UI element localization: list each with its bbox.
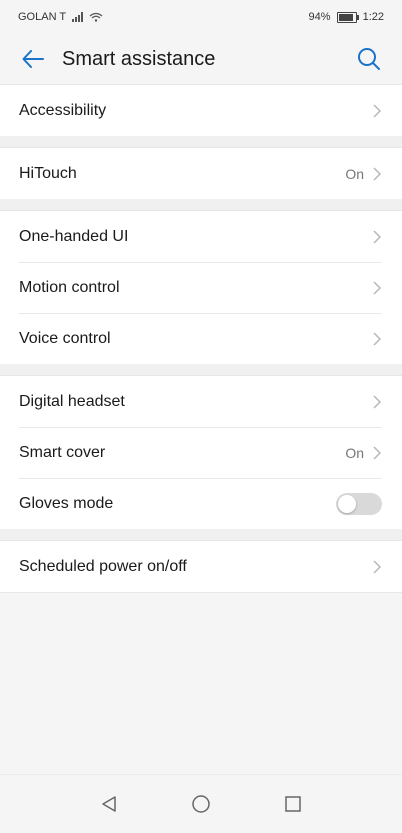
battery-icon xyxy=(336,11,359,23)
settings-section-accessibility: Accessibility xyxy=(0,84,402,136)
list-item-one-handed-ui[interactable]: One-handed UI xyxy=(0,211,402,262)
search-button[interactable] xyxy=(356,46,382,72)
app-bar: Smart assistance xyxy=(0,34,402,84)
search-icon xyxy=(358,48,380,70)
chevron-right-icon xyxy=(373,331,382,346)
list-item-smart-cover[interactable]: Smart cover On xyxy=(0,427,402,478)
item-label: Gloves mode xyxy=(19,494,114,512)
status-bar: GOLAN T 94% 1:22 xyxy=(0,0,402,34)
chevron-right-icon xyxy=(373,103,382,118)
nav-back-button[interactable] xyxy=(98,793,120,815)
section-divider xyxy=(0,529,402,540)
chevron-right-icon xyxy=(373,394,382,409)
settings-section-power: Scheduled power on/off xyxy=(0,540,402,593)
clock: 1:22 xyxy=(362,11,384,23)
item-label: Accessibility xyxy=(19,101,107,119)
list-item-scheduled-power[interactable]: Scheduled power on/off xyxy=(0,541,402,593)
list-item-gloves-mode: Gloves mode xyxy=(0,478,402,529)
gloves-mode-toggle[interactable] xyxy=(336,492,382,515)
back-button[interactable] xyxy=(18,44,48,74)
section-divider xyxy=(0,364,402,375)
circle-home-icon xyxy=(192,795,210,813)
list-item-voice-control[interactable]: Voice control xyxy=(0,313,402,364)
status-left: GOLAN T xyxy=(18,11,103,23)
item-label: Voice control xyxy=(19,329,111,347)
nav-home-button[interactable] xyxy=(190,793,212,815)
item-label: One-handed UI xyxy=(19,227,129,245)
chevron-right-icon xyxy=(373,229,382,244)
system-nav-bar xyxy=(0,774,402,833)
section-divider xyxy=(0,199,402,210)
nav-recents-button[interactable] xyxy=(282,793,304,815)
item-label: Smart cover xyxy=(19,443,106,461)
status-right: 94% 1:22 xyxy=(309,11,384,23)
settings-section-hitouch: HiTouch On xyxy=(0,147,402,199)
list-item-hitouch[interactable]: HiTouch On xyxy=(0,148,402,199)
item-label: Digital headset xyxy=(19,392,125,410)
battery-percent: 94% xyxy=(308,11,331,23)
item-label: Motion control xyxy=(19,278,120,296)
item-label: Scheduled power on/off xyxy=(19,557,187,575)
item-value: On xyxy=(345,444,364,461)
item-value: On xyxy=(345,165,364,182)
chevron-right-icon xyxy=(373,166,382,181)
chevron-right-icon xyxy=(373,280,382,295)
chevron-right-icon xyxy=(373,559,382,574)
chevron-right-icon xyxy=(373,445,382,460)
list-item-motion-control[interactable]: Motion control xyxy=(0,262,402,313)
settings-section-accessories: Digital headset Smart cover On Gloves mo… xyxy=(0,375,402,529)
arrow-left-icon xyxy=(22,50,44,68)
wifi-icon xyxy=(89,12,103,22)
triangle-back-icon xyxy=(102,796,116,812)
page-title: Smart assistance xyxy=(62,47,216,70)
toggle-knob xyxy=(338,494,356,513)
section-divider xyxy=(0,136,402,147)
square-recents-icon xyxy=(285,796,301,812)
list-item-accessibility[interactable]: Accessibility xyxy=(0,85,402,136)
list-item-digital-headset[interactable]: Digital headset xyxy=(0,376,402,427)
settings-section-controls: One-handed UI Motion control Voice contr… xyxy=(0,210,402,364)
signal-icon xyxy=(72,12,84,22)
item-label: HiTouch xyxy=(19,164,77,182)
carrier-name: GOLAN T xyxy=(18,11,67,23)
